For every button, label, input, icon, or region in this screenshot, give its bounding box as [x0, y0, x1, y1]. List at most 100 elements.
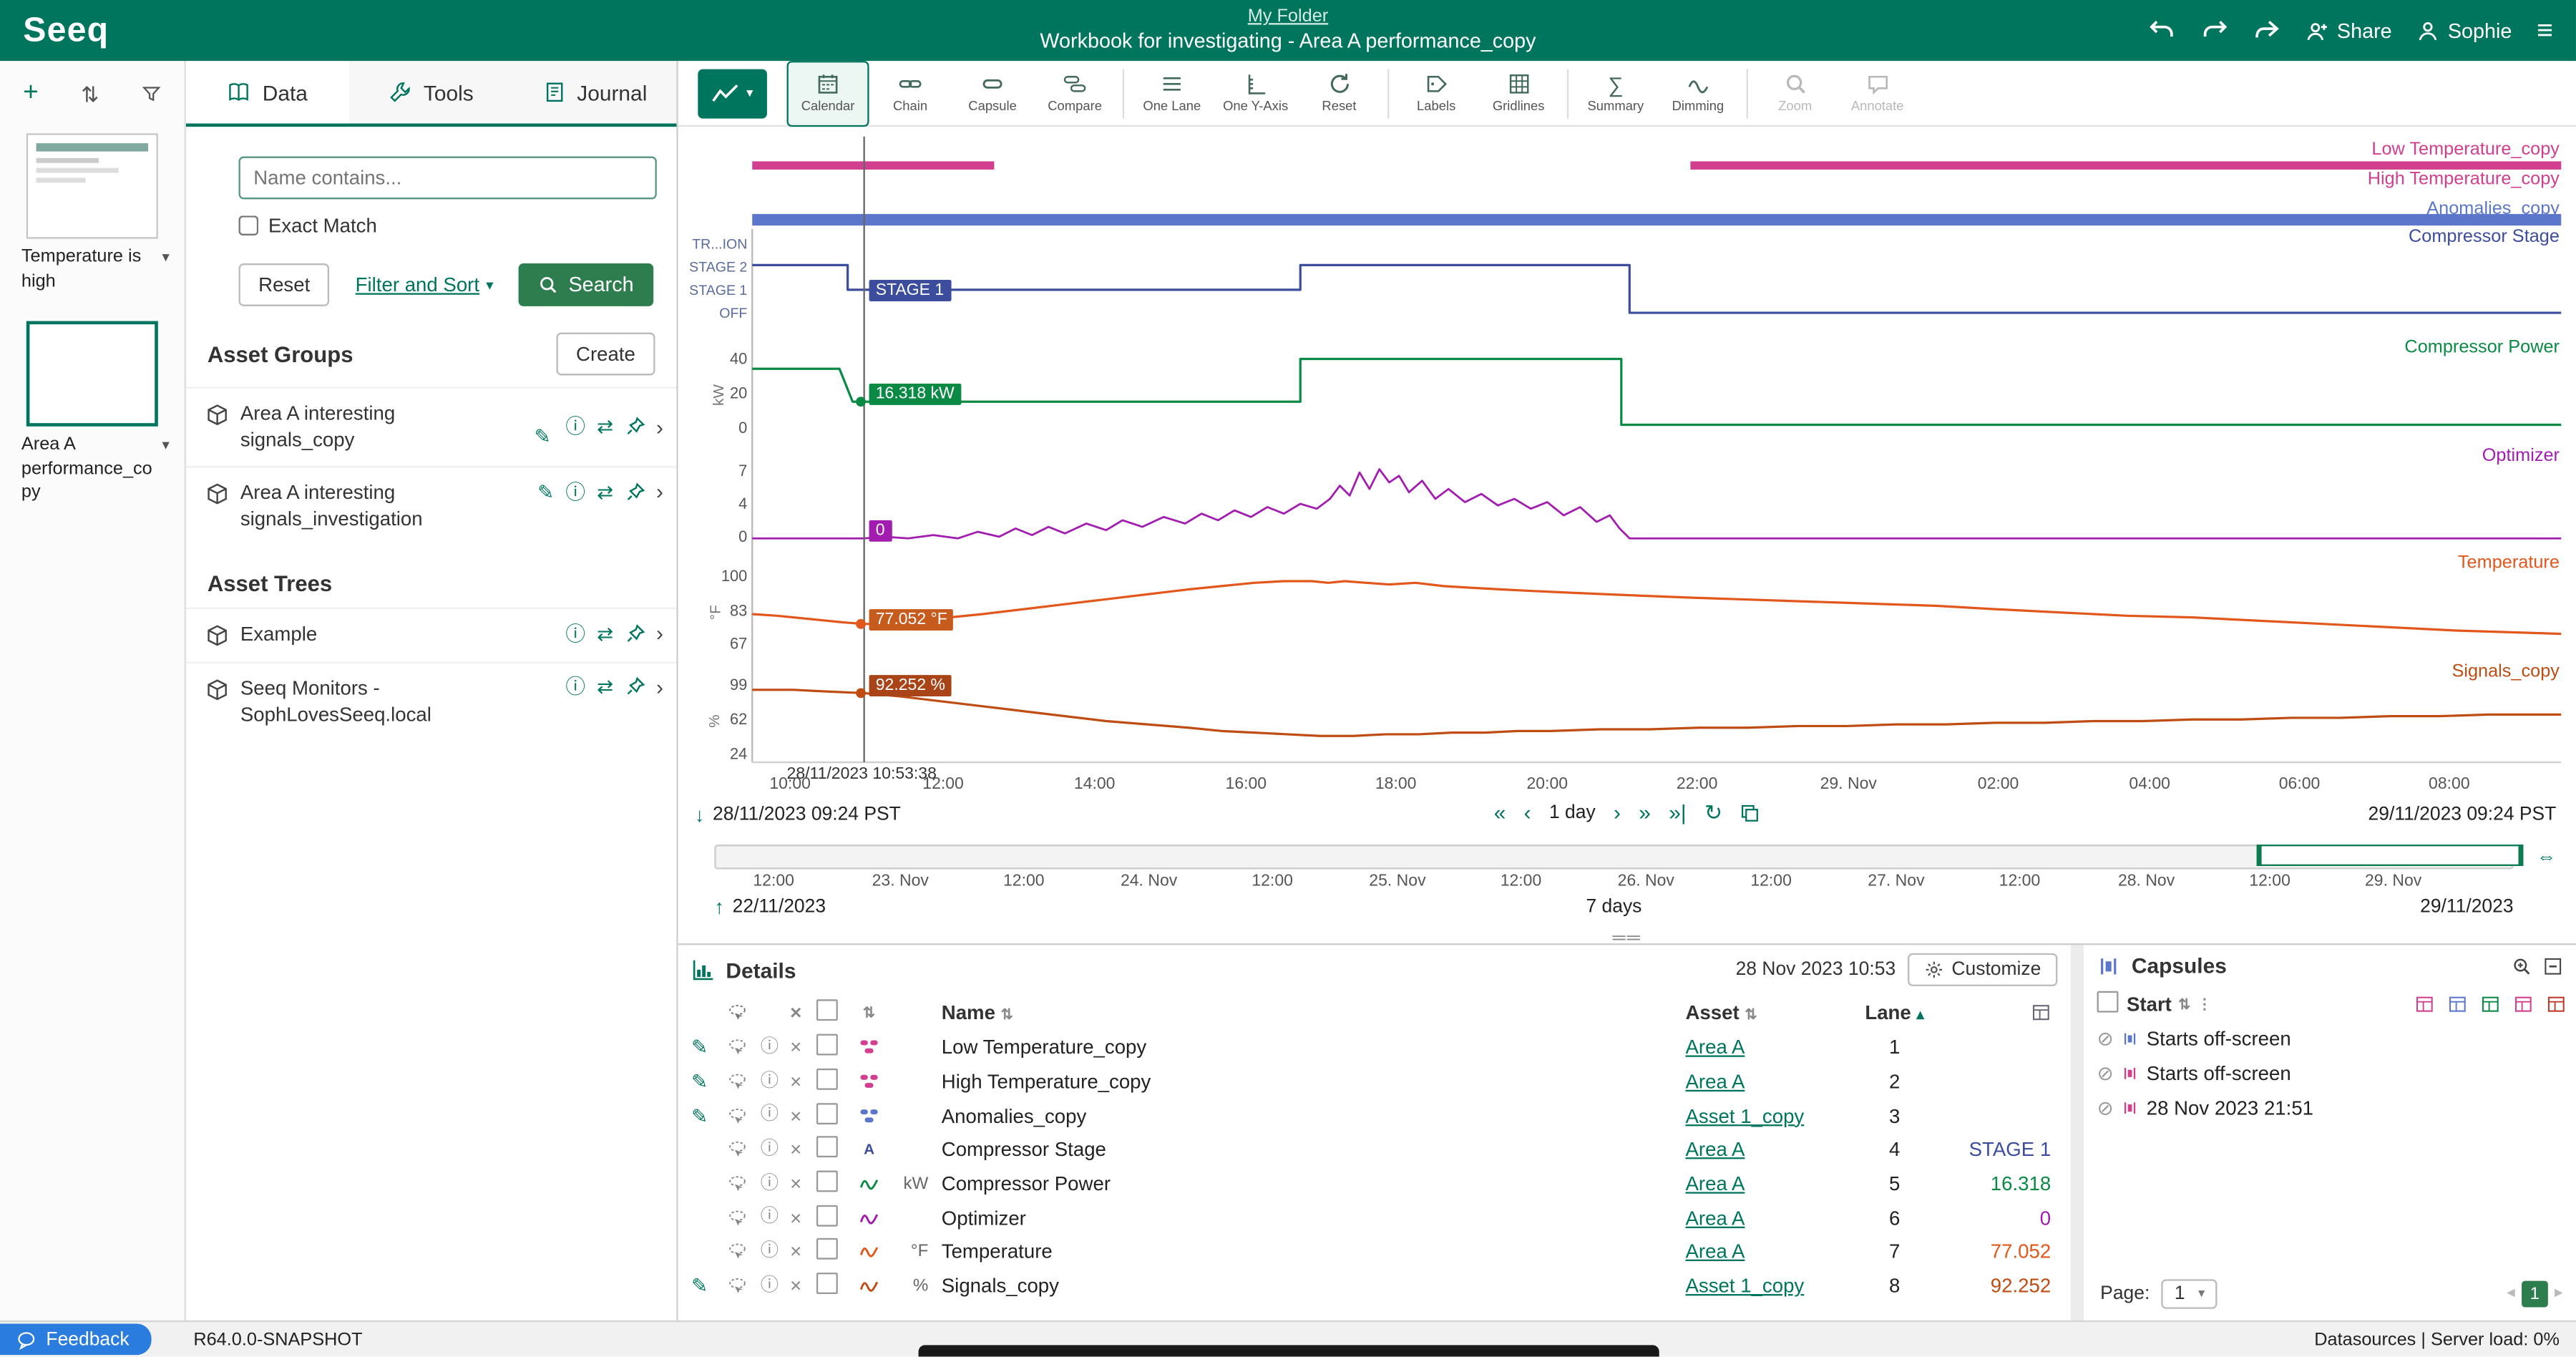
- lane-column-header[interactable]: Lane ▴: [1860, 1001, 1929, 1024]
- start-column-header[interactable]: Start⇅⋮: [2127, 993, 2212, 1016]
- chevron-down-icon[interactable]: ▾: [162, 247, 170, 267]
- asset-link[interactable]: Area A: [1686, 1240, 1745, 1263]
- info-icon[interactable]: ⓘ: [761, 1039, 790, 1056]
- toolbar-chain-button[interactable]: Chain: [869, 60, 952, 126]
- tab-data[interactable]: Data: [186, 61, 349, 123]
- breadcrumb[interactable]: My Folder: [1040, 5, 1536, 29]
- row-name[interactable]: Optimizer: [932, 1207, 1686, 1230]
- details-row-temperature[interactable]: ⓘ × °F Temperature Area A 7 77.052: [678, 1235, 2071, 1270]
- row-checkbox[interactable]: [816, 1239, 849, 1265]
- chevron-right-icon[interactable]: ›: [656, 416, 663, 437]
- asset-link[interactable]: Area A: [1686, 1172, 1745, 1195]
- info-icon[interactable]: ⓘ: [565, 624, 585, 644]
- remove-icon[interactable]: ×: [790, 1106, 816, 1126]
- lane-label-compressor-stage[interactable]: Compressor Stage: [2409, 227, 2560, 247]
- row-name[interactable]: Anomalies_copy: [932, 1104, 1686, 1127]
- row-name[interactable]: Temperature: [932, 1240, 1686, 1263]
- details-row-optimizer[interactable]: ⓘ × Optimizer Area A 6 0: [678, 1201, 2071, 1235]
- row-name[interactable]: Compressor Power: [932, 1172, 1686, 1195]
- tab-journal[interactable]: Journal: [513, 61, 676, 123]
- duplicate-range-icon[interactable]: [1740, 802, 1760, 822]
- pin-icon[interactable]: [625, 624, 645, 644]
- table-column-icon[interactable]: [2547, 994, 2567, 1014]
- toolbar-summary-button[interactable]: ∑ Summary: [1574, 60, 1657, 126]
- capsule-row-2[interactable]: ⊘ Starts off-screen: [2084, 1056, 2576, 1091]
- lane-label-high-temperature[interactable]: High Temperature_copy: [2368, 170, 2560, 190]
- select-signal-icon[interactable]: [728, 1072, 761, 1092]
- info-icon[interactable]: ⓘ: [761, 1277, 790, 1295]
- page-select[interactable]: 1 ▾: [2161, 1279, 2218, 1308]
- info-icon[interactable]: ⓘ: [761, 1174, 790, 1192]
- details-row-compressor-power[interactable]: ⓘ × kW Compressor Power Area A 5 16.318: [678, 1167, 2071, 1201]
- asset-group-item-1[interactable]: Area A interesting signals_copy ✎ ⓘ ⇄ ›: [186, 387, 676, 467]
- toolbar-one-y-axis-button[interactable]: One Y-Axis: [1213, 60, 1298, 126]
- info-icon[interactable]: ⓘ: [761, 1073, 790, 1091]
- remove-icon[interactable]: ×: [790, 1208, 816, 1228]
- swap-icon[interactable]: ⇄: [597, 482, 613, 502]
- select-signal-icon[interactable]: [728, 1140, 761, 1160]
- search-input[interactable]: [239, 157, 657, 200]
- table-column-icon[interactable]: [2415, 994, 2435, 1014]
- chevron-down-icon[interactable]: ▾: [162, 434, 170, 454]
- row-checkbox[interactable]: [816, 1273, 849, 1299]
- current-page[interactable]: 1: [2522, 1281, 2548, 1308]
- hamburger-menu-icon[interactable]: ≡: [2537, 16, 2553, 44]
- edit-pencil-icon[interactable]: ✎: [691, 1276, 728, 1296]
- add-worksheet-icon[interactable]: +: [23, 81, 38, 107]
- step-back-half-icon[interactable]: «: [1494, 802, 1506, 823]
- table-column-icon[interactable]: [2514, 994, 2534, 1014]
- asset-tree-item-1[interactable]: Example ⓘ ⇄ ›: [186, 608, 676, 662]
- asset-column-header[interactable]: Asset ⇅: [1686, 1001, 1860, 1024]
- trend-chart[interactable]: Low Temperature_copy High Temperature_co…: [678, 127, 2576, 805]
- timeline-duration[interactable]: 7 days: [1586, 898, 1641, 918]
- server-status[interactable]: Datasources | Server load: 0%: [2314, 1329, 2576, 1349]
- forward-icon[interactable]: [2253, 16, 2281, 44]
- toolbar-compare-button[interactable]: Compare: [1034, 60, 1116, 126]
- row-checkbox[interactable]: [816, 1103, 849, 1129]
- row-name[interactable]: High Temperature_copy: [932, 1070, 1686, 1093]
- panel-divider[interactable]: [2071, 943, 2084, 1322]
- info-icon[interactable]: ⓘ: [565, 678, 585, 698]
- worksheet-label-2[interactable]: Area A performance_copy ▾: [0, 426, 185, 506]
- timeline-handle-left[interactable]: [2257, 845, 2262, 866]
- chevron-right-icon[interactable]: ›: [656, 623, 663, 644]
- asset-link[interactable]: Area A: [1686, 1207, 1745, 1230]
- feedback-button[interactable]: Feedback: [0, 1323, 151, 1355]
- details-row-compressor-stage[interactable]: ⓘ × Compressor Stage Area A 4 STAGE 1: [678, 1133, 2071, 1167]
- auto-update-icon[interactable]: ↻: [1704, 802, 1722, 823]
- row-checkbox[interactable]: [816, 1205, 849, 1231]
- user-menu[interactable]: Sophie: [2416, 19, 2512, 42]
- step-forward-half-icon[interactable]: »: [1639, 802, 1651, 823]
- edit-pencil-icon[interactable]: ✎: [537, 482, 554, 502]
- swap-icon[interactable]: ⇄: [597, 417, 613, 437]
- display-range-start[interactable]: 28/11/2023 09:24 PST: [713, 805, 901, 825]
- remove-icon[interactable]: ×: [790, 1276, 816, 1296]
- filter-worksheets-icon[interactable]: [142, 84, 162, 104]
- select-signal-icon[interactable]: [728, 1276, 761, 1296]
- tab-tools[interactable]: Tools: [349, 61, 512, 123]
- timeline-track[interactable]: [714, 845, 2513, 870]
- row-name[interactable]: Low Temperature_copy: [932, 1036, 1686, 1059]
- more-options-icon[interactable]: ⋮: [2197, 997, 2212, 1012]
- timeline-start-arrow-icon[interactable]: ↑: [714, 898, 724, 918]
- zoom-capsule-icon[interactable]: [2512, 955, 2532, 976]
- worksheet-label-1[interactable]: Temperature is high ▾: [0, 239, 185, 294]
- toolbar-reset-button[interactable]: Reset: [1298, 60, 1380, 126]
- remove-icon[interactable]: ×: [790, 1242, 816, 1263]
- reorder-worksheets-icon[interactable]: ⇅: [81, 83, 99, 104]
- asset-link[interactable]: Area A: [1686, 1070, 1745, 1093]
- timeline-expand-icon[interactable]: ⇔: [2537, 846, 2557, 866]
- seeq-logo[interactable]: Seeq: [23, 11, 109, 50]
- select-signal-icon[interactable]: [728, 1003, 761, 1023]
- select-signal-icon[interactable]: [728, 1038, 761, 1058]
- step-to-end-icon[interactable]: »|: [1669, 802, 1686, 823]
- asset-link[interactable]: Area A: [1686, 1036, 1745, 1059]
- toolbar-one-lane-button[interactable]: One Lane: [1131, 60, 1213, 126]
- edit-pencil-icon[interactable]: ✎: [691, 1038, 728, 1058]
- chevron-right-icon[interactable]: ›: [656, 481, 663, 502]
- customize-button[interactable]: Customize: [1907, 953, 2057, 986]
- lane-label-anomalies[interactable]: Anomalies_copy: [2426, 199, 2560, 219]
- worksheet-thumbnail-2[interactable]: [26, 321, 158, 426]
- timeline-handle-right[interactable]: [2518, 845, 2523, 866]
- lane-label-temperature[interactable]: Temperature: [2458, 553, 2560, 573]
